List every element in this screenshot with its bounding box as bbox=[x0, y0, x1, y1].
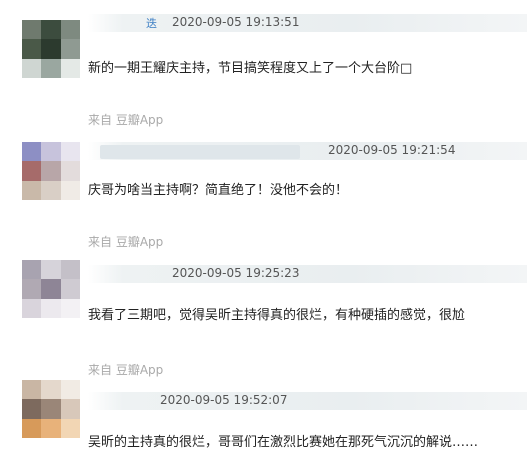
avatar-mosaic-tile bbox=[22, 418, 42, 438]
username-edge-glyph: 迭 bbox=[146, 17, 157, 30]
username-blurred bbox=[100, 145, 300, 159]
comment-source: 来自 豆瓣App bbox=[88, 235, 164, 249]
comment-text: 吴昕的主持真的很烂，哥哥们在激烈比赛她在那死气沉沉的解说…… bbox=[88, 435, 479, 450]
comment-text: 我看了三期吧，觉得吴昕主持得真的很烂，有种硬插的感觉，很尬 bbox=[88, 308, 466, 323]
avatar-mosaic-tile bbox=[41, 39, 61, 59]
avatar-mosaic-tile bbox=[41, 298, 61, 318]
avatar-mosaic-tile bbox=[60, 142, 80, 162]
avatar-mosaic-tile bbox=[22, 161, 42, 181]
avatar-mosaic-tile bbox=[22, 39, 42, 59]
avatar-mosaic-tile bbox=[60, 279, 80, 299]
comment-item: 2020-09-05 19:21:54 庆哥为啥当主持啊？简直绝了！没他不会的！… bbox=[0, 136, 527, 249]
comment-meta-bar: 2020-09-05 19:25:23 bbox=[88, 265, 527, 283]
comment-timestamp: 2020-09-05 19:13:51 bbox=[172, 15, 300, 29]
avatar[interactable] bbox=[22, 380, 80, 438]
avatar[interactable] bbox=[22, 20, 80, 78]
comment-meta-bar: 迭 2020-09-05 19:13:51 bbox=[88, 14, 527, 32]
avatar-mosaic-tile bbox=[41, 418, 61, 438]
avatar-mosaic-tile bbox=[41, 161, 61, 181]
avatar-mosaic-tile bbox=[41, 260, 61, 280]
avatar-mosaic-tile bbox=[60, 180, 80, 200]
avatar-mosaic-tile bbox=[60, 298, 80, 318]
avatar-mosaic-tile bbox=[60, 58, 80, 78]
avatar-mosaic-tile bbox=[41, 58, 61, 78]
comment-source: 来自 豆瓣App bbox=[88, 363, 164, 377]
avatar-mosaic-tile bbox=[60, 380, 80, 400]
avatar-mosaic-tile bbox=[41, 180, 61, 200]
avatar-mosaic-tile bbox=[22, 142, 42, 162]
avatar-mosaic-tile bbox=[41, 380, 61, 400]
avatar-mosaic-tile bbox=[41, 279, 61, 299]
avatar-mosaic-tile bbox=[60, 418, 80, 438]
avatar[interactable] bbox=[22, 260, 80, 318]
comment-meta-bar: 2020-09-05 19:21:54 bbox=[88, 142, 527, 160]
comment-item: 迭 2020-09-05 19:13:51 新的一期王耀庆主持，节目搞笑程度又上… bbox=[0, 0, 527, 127]
avatar-mosaic-tile bbox=[41, 142, 61, 162]
avatar-mosaic-tile bbox=[22, 298, 42, 318]
comment-source: 来自 豆瓣App bbox=[88, 113, 164, 127]
avatar-mosaic-tile bbox=[60, 39, 80, 59]
avatar-mosaic-tile bbox=[22, 399, 42, 419]
comment-timestamp: 2020-09-05 19:21:54 bbox=[328, 143, 456, 157]
avatar-mosaic-tile bbox=[22, 380, 42, 400]
avatar-mosaic-tile bbox=[41, 20, 61, 40]
comment-meta-bar: 2020-09-05 19:52:07 bbox=[88, 392, 527, 410]
avatar-mosaic-tile bbox=[60, 20, 80, 40]
avatar-mosaic-tile bbox=[22, 260, 42, 280]
avatar-mosaic-tile bbox=[22, 58, 42, 78]
avatar-mosaic-tile bbox=[60, 260, 80, 280]
comment-text: 庆哥为啥当主持啊？简直绝了！没他不会的！ bbox=[88, 183, 349, 198]
comment-item: 2020-09-05 19:25:23 我看了三期吧，觉得吴昕主持得真的很烂，有… bbox=[0, 260, 527, 377]
avatar-mosaic-tile bbox=[22, 20, 42, 40]
avatar-mosaic-tile bbox=[60, 161, 80, 181]
avatar-mosaic-tile bbox=[22, 180, 42, 200]
comment-item: 2020-09-05 19:52:07 吴昕的主持真的很烂，哥哥们在激烈比赛她在… bbox=[0, 380, 527, 470]
avatar-mosaic-tile bbox=[22, 279, 42, 299]
avatar-mosaic-tile bbox=[60, 399, 80, 419]
comment-timestamp: 2020-09-05 19:52:07 bbox=[160, 393, 288, 407]
avatar[interactable] bbox=[22, 142, 80, 200]
avatar-mosaic-tile bbox=[41, 399, 61, 419]
comment-timestamp: 2020-09-05 19:25:23 bbox=[172, 266, 300, 280]
comment-text: 新的一期王耀庆主持，节目搞笑程度又上了一个大台阶□ bbox=[88, 61, 413, 76]
